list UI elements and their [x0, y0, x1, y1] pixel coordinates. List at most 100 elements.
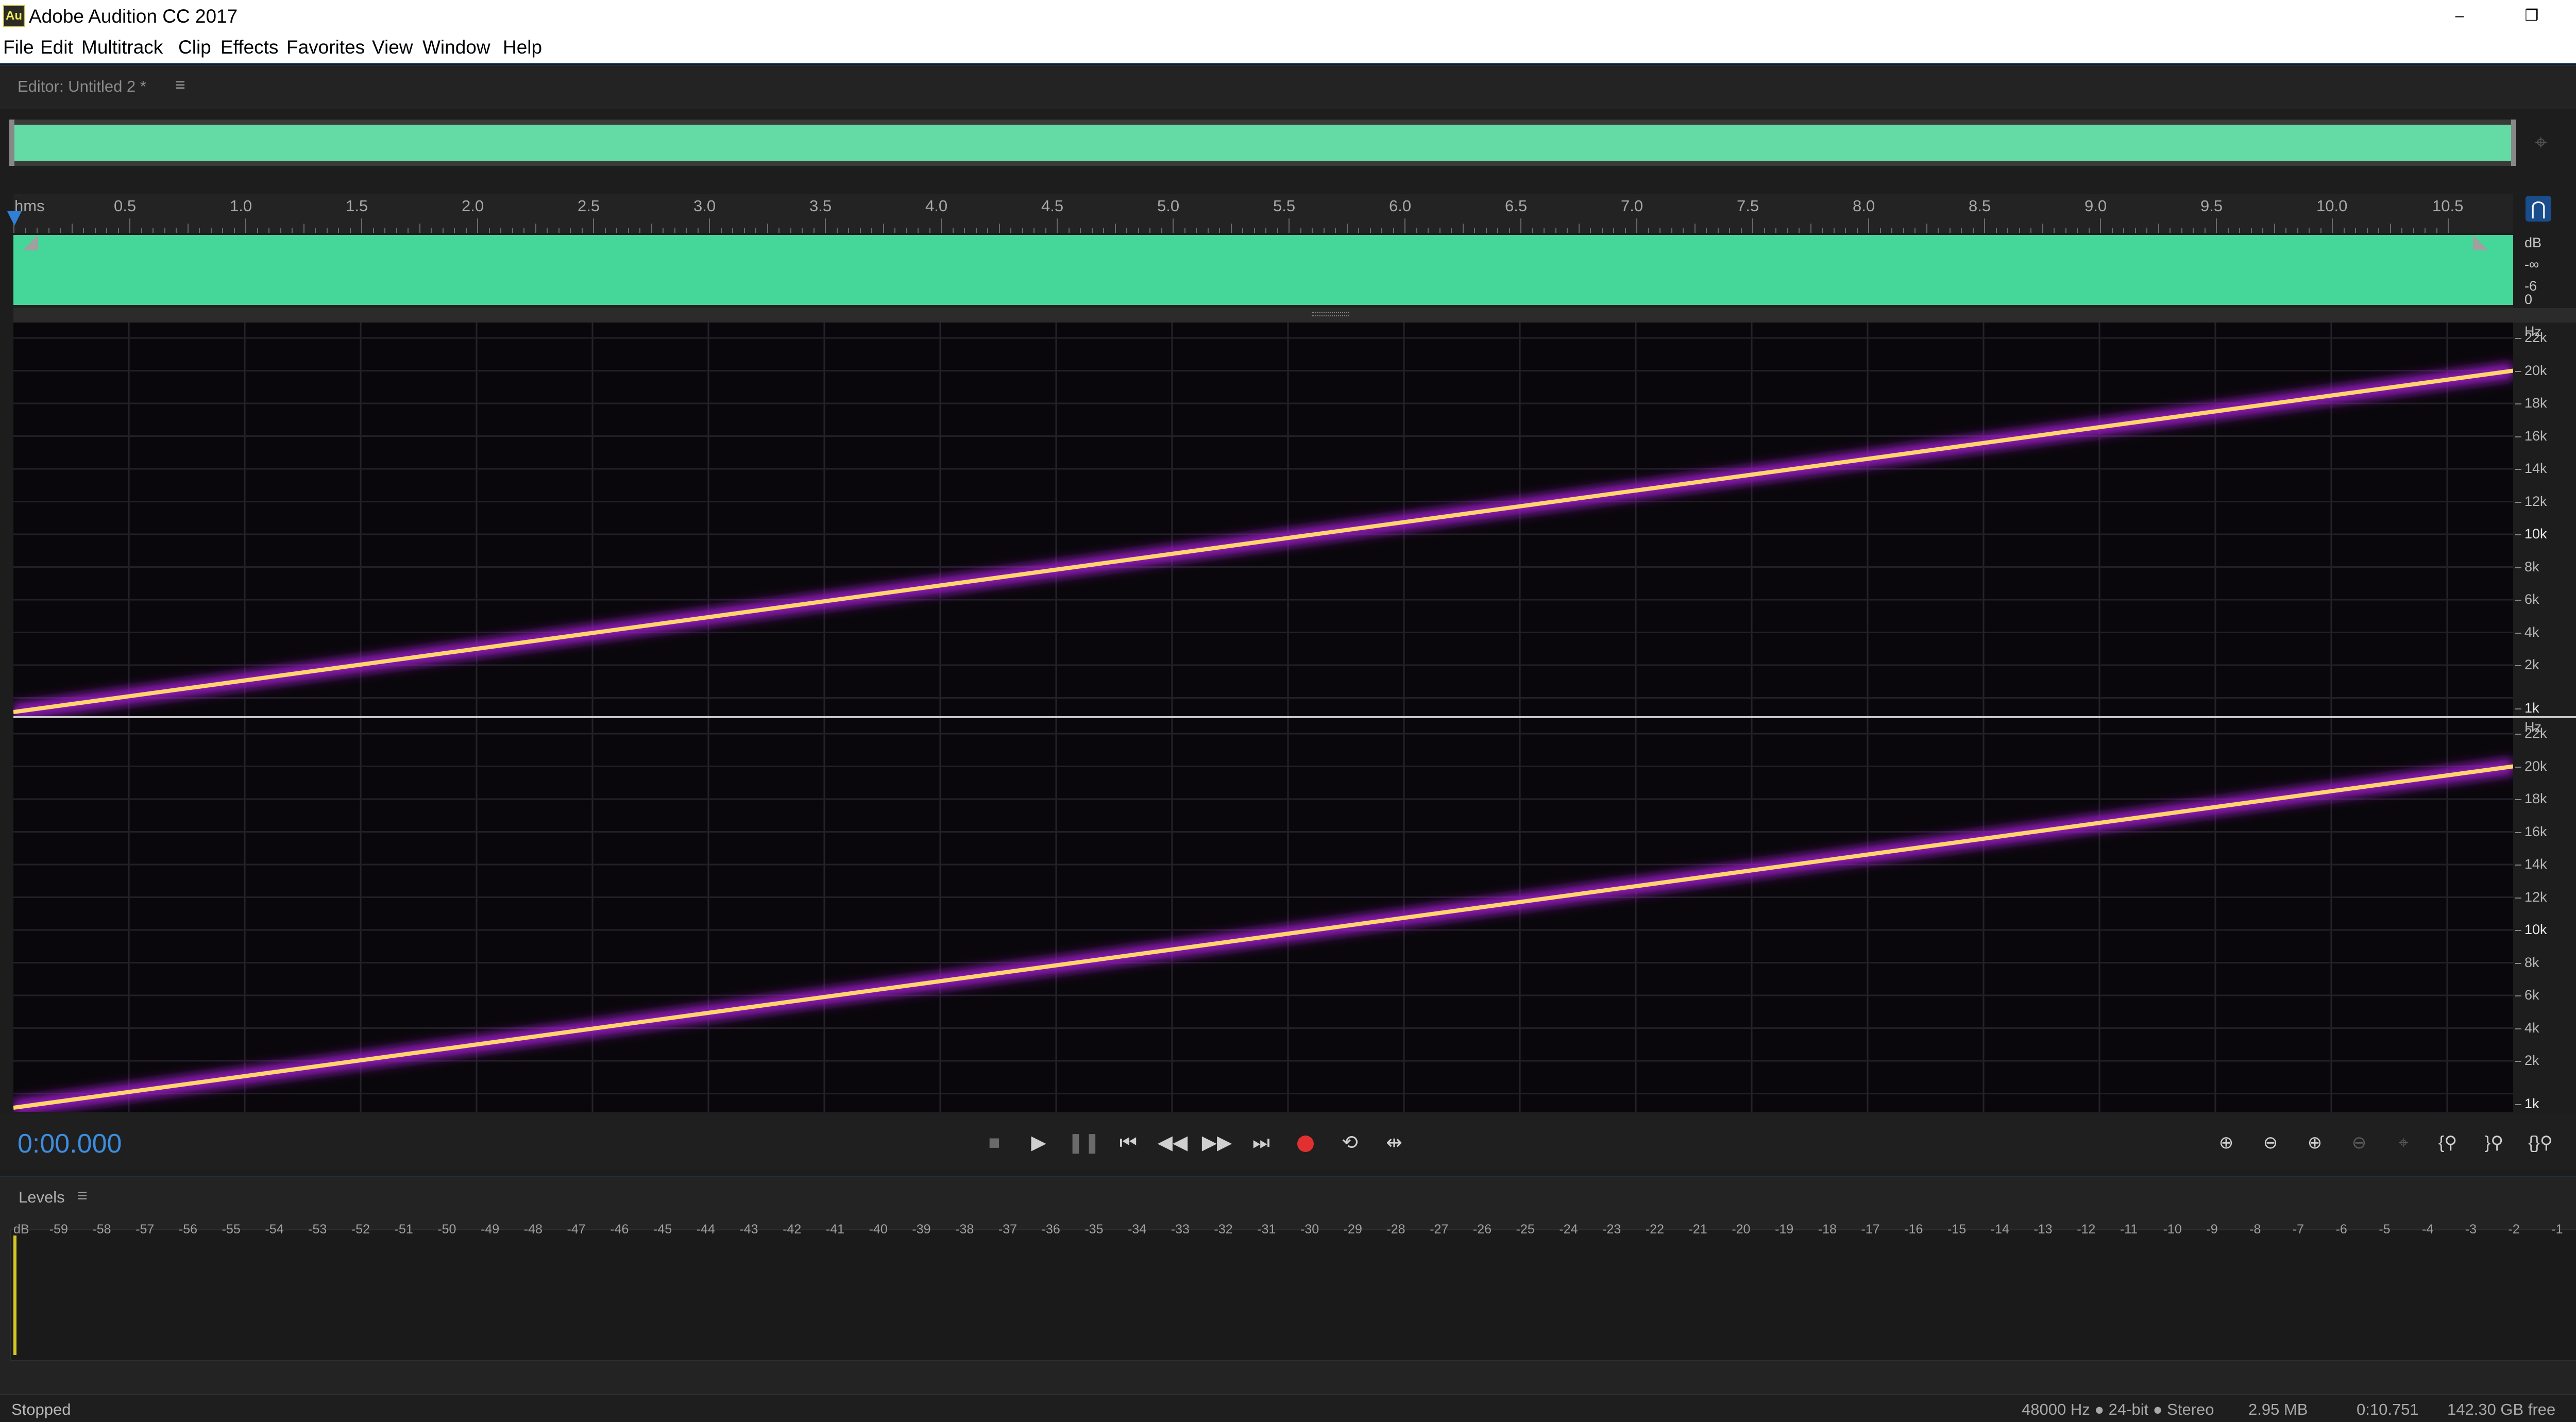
ruler-tick-label: 7.0	[1621, 197, 1643, 215]
ruler-tick	[570, 228, 571, 233]
close-button[interactable]: ✕	[2566, 0, 2576, 32]
spectrogram-left-channel[interactable]	[13, 323, 2513, 716]
restore-button[interactable]: ❐	[2496, 0, 2568, 32]
ruler-tick	[998, 224, 1000, 233]
go-to-end-button[interactable]: ⏭	[1246, 1127, 1277, 1158]
overview-right-handle[interactable]	[2511, 120, 2516, 166]
play-button[interactable]: ▶	[1023, 1127, 1054, 1158]
minimize-button[interactable]: –	[2424, 0, 2496, 32]
splitter-grip[interactable]	[1312, 312, 1349, 316]
ruler-tick	[1914, 228, 1916, 233]
menu-view[interactable]: View	[372, 36, 413, 59]
level-scale-label: -15	[1947, 1222, 1967, 1237]
ruler-tick	[1045, 228, 1046, 233]
ruler-tick	[1091, 228, 1093, 233]
ruler-tick	[1497, 228, 1498, 233]
hz-tick	[2515, 832, 2521, 833]
level-scale-label: -14	[1990, 1222, 2009, 1237]
free-space: 142.30 GB free	[2447, 1400, 2556, 1418]
menu-help[interactable]: Help	[503, 36, 542, 59]
ruler-tick	[2366, 228, 2368, 233]
menu-favorites[interactable]: Favorites	[286, 36, 365, 59]
ruler-tick	[836, 228, 838, 233]
ruler-tick	[1752, 218, 1753, 233]
level-scale-label: -23	[1602, 1222, 1621, 1237]
loop-playback-button[interactable]: ⟲	[1334, 1127, 1365, 1158]
pause-button[interactable]: ❚❚	[1067, 1127, 1100, 1158]
rewind-button[interactable]: ◀◀	[1157, 1127, 1188, 1158]
ruler-tick	[315, 228, 316, 233]
ruler-tick	[709, 218, 710, 233]
zoom-in-point-button[interactable]: {⚲	[2430, 1127, 2466, 1158]
hz-tick-label: 2k	[2524, 1053, 2539, 1068]
ruler-tick	[871, 228, 872, 233]
ruler-tick	[408, 228, 409, 233]
level-scale-label: -52	[351, 1222, 370, 1237]
current-time-display[interactable]: 0:00.000	[18, 1128, 122, 1159]
hz-tick-label: 18k	[2524, 791, 2547, 806]
duration: 0:10.751	[2357, 1400, 2419, 1418]
level-scale-label: -50	[437, 1222, 456, 1237]
stop-button[interactable]: ■	[979, 1127, 1010, 1158]
ruler-tick	[1799, 228, 1800, 233]
zoom-in-amplitude-button[interactable]: ⊕	[2208, 1127, 2244, 1158]
editor-tab[interactable]: Editor: Untitled 2 *	[18, 77, 146, 96]
hz-tick-label: 10k	[2524, 922, 2547, 937]
ruler-tick	[918, 228, 919, 233]
ruler-tick	[1068, 228, 1070, 233]
zoom-selection-button[interactable]: ⌖	[2385, 1127, 2421, 1158]
level-scale-label: -31	[1257, 1222, 1276, 1237]
menu-effects[interactable]: Effects	[221, 36, 278, 59]
ruler-tick	[106, 228, 107, 233]
ruler-tick	[1335, 228, 1336, 233]
level-scale-label: -29	[1343, 1222, 1362, 1237]
zoom-out-amplitude-button[interactable]: ⊖	[2252, 1127, 2289, 1158]
zoom-both-button[interactable]: {}⚲	[2522, 1127, 2558, 1158]
overview-left-handle[interactable]	[9, 120, 14, 166]
ruler-tick	[2123, 228, 2124, 233]
ruler-tick	[1451, 228, 1452, 233]
ruler-tick	[1787, 228, 1788, 233]
skip-selection-button[interactable]: ⇹	[1379, 1127, 1410, 1158]
ruler-tick-label: 1.5	[346, 197, 368, 215]
go-to-start-button[interactable]: ⏮	[1113, 1127, 1144, 1158]
hz-tick-label: 2k	[2524, 657, 2539, 672]
zoom-out-point-button[interactable]: }⚲	[2476, 1127, 2512, 1158]
menu-edit[interactable]: Edit	[40, 36, 73, 59]
status-bar: Stopped 48000 Hz ● 24-bit ● Stereo 2.95 …	[0, 1394, 2576, 1422]
ruler-tick	[1509, 228, 1510, 233]
levels-panel-menu-icon[interactable]: ≡	[77, 1186, 88, 1206]
ruler-tick	[1683, 228, 1684, 233]
level-scale-label: -45	[653, 1222, 672, 1237]
zoom-reset-button[interactable]: ⊡	[2569, 1127, 2576, 1158]
waveform-display[interactable]	[13, 235, 2513, 305]
level-scale-label: -47	[567, 1222, 586, 1237]
level-scale-label: -10	[2163, 1222, 2182, 1237]
zoom-out-full-button[interactable]: ⊖	[2341, 1127, 2377, 1158]
record-button[interactable]	[1290, 1127, 1321, 1158]
menu-file[interactable]: File	[3, 36, 34, 59]
level-scale-label: -57	[135, 1222, 155, 1237]
ruler-tick	[906, 228, 907, 233]
menu-multitrack[interactable]: Multitrack	[81, 36, 163, 59]
editor-panel-menu-icon[interactable]: ≡	[175, 75, 185, 95]
ruler-tick	[1833, 228, 1835, 233]
zoom-in-time-button[interactable]: ⊕	[2297, 1127, 2333, 1158]
ruler-tick	[2309, 228, 2310, 233]
fast-forward-button[interactable]: ▶▶	[1201, 1127, 1232, 1158]
ruler-tick	[1126, 228, 1127, 233]
ruler-tick	[361, 218, 362, 233]
menu-clip[interactable]: Clip	[178, 36, 211, 59]
snap-magnet-icon[interactable]: ⋂	[2526, 196, 2551, 222]
hz-tick	[2515, 534, 2521, 535]
menu-window[interactable]: Window	[422, 36, 490, 59]
ruler-tick	[767, 224, 768, 233]
ruler-tick-label: 4.5	[1041, 197, 1064, 215]
zoom-navigator-icon[interactable]: ⌖	[2535, 130, 2547, 155]
overview-bar[interactable]	[9, 120, 2516, 166]
playhead-marker[interactable]	[7, 211, 22, 226]
ruler-tick	[257, 228, 258, 233]
spectrogram-right-channel[interactable]	[13, 718, 2513, 1112]
panel-splitter[interactable]	[13, 308, 2576, 323]
time-ruler[interactable]: 0.5 1.0 1.5 2.0 2.5 3.0 3.5 4.0 4.5 5.0 5.5 6.0 6.5 7…	[13, 194, 2513, 233]
